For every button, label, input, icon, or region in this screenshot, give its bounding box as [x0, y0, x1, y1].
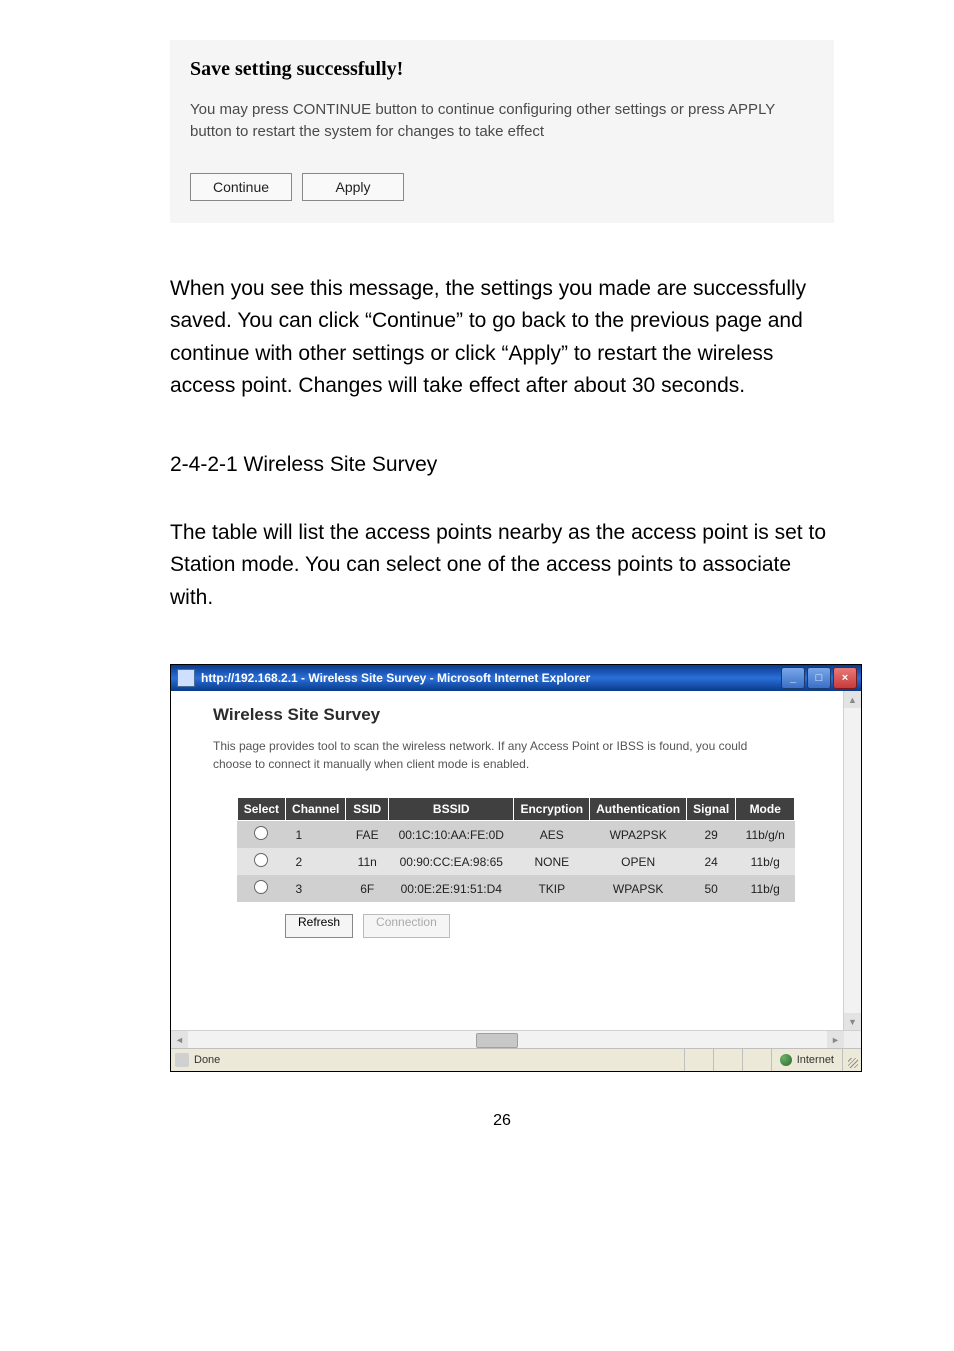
- status-pane: [713, 1049, 742, 1071]
- page-number: 26: [170, 1112, 834, 1130]
- encryption-cell: TKIP: [514, 875, 590, 902]
- header-select: Select: [237, 798, 285, 821]
- select-cell[interactable]: [237, 848, 285, 875]
- maximize-button[interactable]: □: [807, 667, 831, 689]
- scroll-right-icon[interactable]: ►: [827, 1031, 844, 1048]
- status-panes: [684, 1049, 771, 1071]
- survey-description: This page provides tool to scan the wire…: [213, 737, 773, 773]
- header-signal: Signal: [687, 798, 736, 821]
- window-controls: _ □ ×: [781, 667, 857, 689]
- signal-cell: 29: [687, 821, 736, 849]
- scroll-track-vertical[interactable]: [844, 708, 861, 1013]
- save-settings-panel: Save setting successfully! You may press…: [170, 40, 834, 223]
- radio-icon[interactable]: [254, 853, 268, 867]
- zone-label: Internet: [797, 1054, 834, 1066]
- header-channel: Channel: [286, 798, 346, 821]
- continue-button[interactable]: Continue: [190, 173, 292, 201]
- scroll-up-icon[interactable]: ▲: [844, 691, 861, 708]
- status-left: Done: [171, 1053, 684, 1067]
- table-row: 2 11n 00:90:CC:EA:98:65 NONE OPEN 24 11b…: [237, 848, 795, 875]
- bssid-cell: 00:90:CC:EA:98:65: [389, 848, 514, 875]
- ssid-cell: 11n: [346, 848, 389, 875]
- section-body: The table will list the access points ne…: [170, 517, 834, 615]
- browser-titlebar: http://192.168.2.1 - Wireless Site Surve…: [171, 665, 861, 691]
- bssid-cell: 00:1C:10:AA:FE:0D: [389, 821, 514, 849]
- save-button-row: Continue Apply: [190, 173, 814, 201]
- survey-table: Select Channel SSID BSSID Encryption Aut…: [237, 797, 796, 902]
- resize-grip-icon[interactable]: [842, 1049, 861, 1071]
- browser-window: http://192.168.2.1 - Wireless Site Surve…: [170, 664, 862, 1072]
- header-ssid: SSID: [346, 798, 389, 821]
- globe-icon: [780, 1054, 792, 1066]
- radio-icon[interactable]: [254, 826, 268, 840]
- mode-cell: 11b/g: [736, 875, 795, 902]
- channel-cell: 3: [286, 875, 346, 902]
- horizontal-scrollbar[interactable]: ◄ ►: [171, 1030, 861, 1048]
- scroll-down-icon[interactable]: ▼: [844, 1013, 861, 1030]
- header-authentication: Authentication: [590, 798, 687, 821]
- scroll-track-horizontal[interactable]: [188, 1031, 827, 1048]
- section-heading: 2-4-2-1 Wireless Site Survey: [170, 453, 834, 477]
- connection-button[interactable]: Connection: [363, 914, 450, 938]
- authentication-cell: WPA2PSK: [590, 821, 687, 849]
- encryption-cell: NONE: [514, 848, 590, 875]
- refresh-button[interactable]: Refresh: [285, 914, 353, 938]
- mode-cell: 11b/g/n: [736, 821, 795, 849]
- encryption-cell: AES: [514, 821, 590, 849]
- status-text: Done: [194, 1054, 220, 1066]
- explanation-paragraph: When you see this message, the settings …: [170, 273, 834, 403]
- apply-button[interactable]: Apply: [302, 173, 404, 201]
- vertical-scrollbar[interactable]: ▲ ▼: [843, 691, 861, 1030]
- browser-statusbar: Done Internet: [171, 1048, 861, 1071]
- header-bssid: BSSID: [389, 798, 514, 821]
- scroll-left-icon[interactable]: ◄: [171, 1031, 188, 1048]
- table-header-row: Select Channel SSID BSSID Encryption Aut…: [237, 798, 795, 821]
- close-button[interactable]: ×: [833, 667, 857, 689]
- scroll-thumb-horizontal[interactable]: [476, 1033, 518, 1048]
- browser-title-text: http://192.168.2.1 - Wireless Site Surve…: [201, 671, 781, 685]
- save-description: You may press CONTINUE button to continu…: [190, 99, 814, 143]
- select-cell[interactable]: [237, 875, 285, 902]
- mode-cell: 11b/g: [736, 848, 795, 875]
- bssid-cell: 00:0E:2E:91:51:D4: [389, 875, 514, 902]
- select-cell[interactable]: [237, 821, 285, 849]
- ssid-cell: 6F: [346, 875, 389, 902]
- browser-client-area: Wireless Site Survey This page provides …: [171, 691, 861, 1071]
- signal-cell: 24: [687, 848, 736, 875]
- radio-icon[interactable]: [254, 880, 268, 894]
- authentication-cell: WPAPSK: [590, 875, 687, 902]
- signal-cell: 50: [687, 875, 736, 902]
- page-icon: [175, 1053, 189, 1067]
- ie-icon: [177, 669, 195, 687]
- authentication-cell: OPEN: [590, 848, 687, 875]
- ssid-cell: FAE: [346, 821, 389, 849]
- browser-content: Wireless Site Survey This page provides …: [171, 691, 861, 1030]
- channel-cell: 1: [286, 821, 346, 849]
- minimize-button[interactable]: _: [781, 667, 805, 689]
- channel-cell: 2: [286, 848, 346, 875]
- header-mode: Mode: [736, 798, 795, 821]
- survey-button-row: Refresh Connection: [285, 914, 837, 938]
- survey-title: Wireless Site Survey: [213, 705, 837, 725]
- table-row: 3 6F 00:0E:2E:91:51:D4 TKIP WPAPSK 50 11…: [237, 875, 795, 902]
- status-pane: [684, 1049, 713, 1071]
- scroll-corner: [844, 1031, 861, 1048]
- header-encryption: Encryption: [514, 798, 590, 821]
- status-pane: [742, 1049, 771, 1071]
- table-row: 1 FAE 00:1C:10:AA:FE:0D AES WPA2PSK 29 1…: [237, 821, 795, 849]
- security-zone: Internet: [771, 1049, 842, 1071]
- save-title: Save setting successfully!: [190, 58, 814, 81]
